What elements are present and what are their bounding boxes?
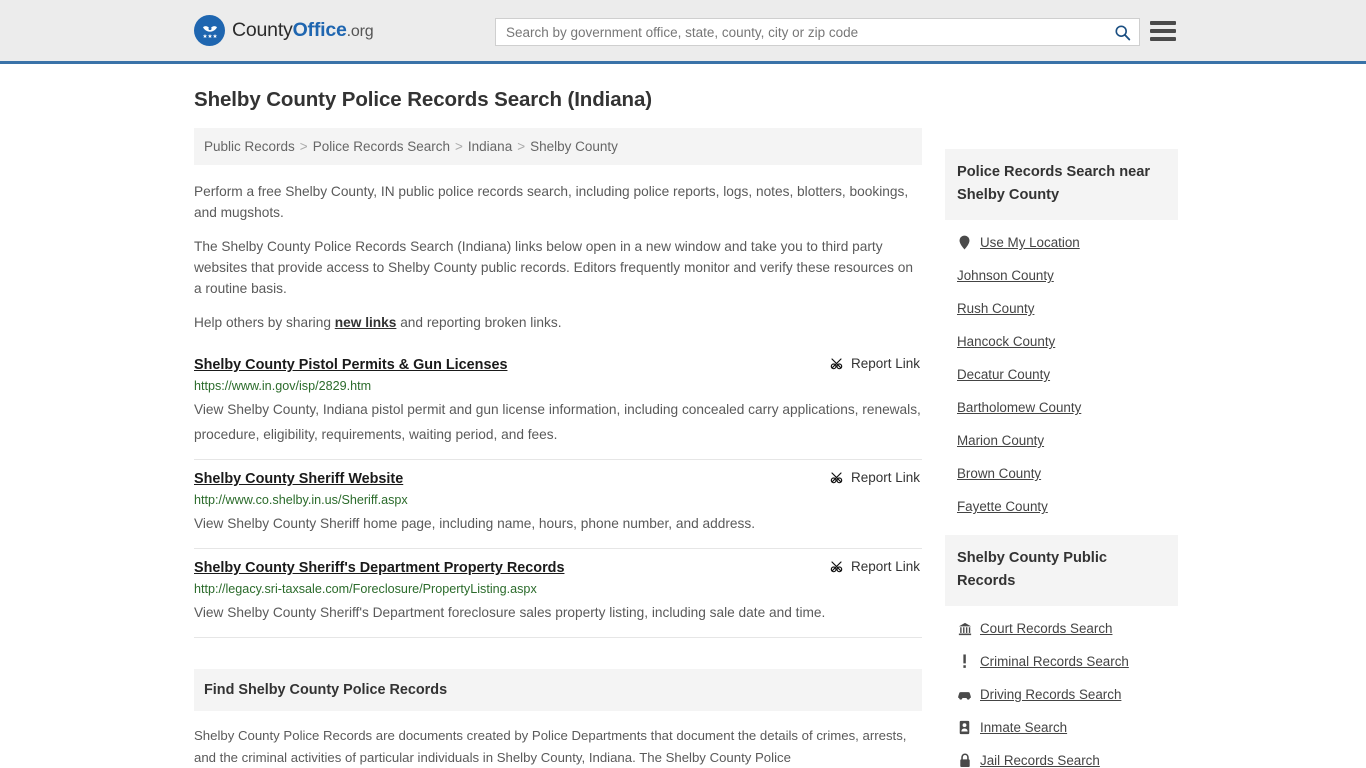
sidebar-link-label[interactable]: Rush County	[957, 301, 1034, 316]
result-url: https://www.in.gov/isp/2829.htm	[194, 379, 372, 393]
sidebar-link-label[interactable]: Criminal Records Search	[980, 654, 1129, 669]
result-header: Shelby County Pistol Permits & Gun Licen…	[194, 355, 922, 375]
result-header: Shelby County Sheriff's Department Prope…	[194, 558, 922, 578]
report-link-label: Report Link	[850, 470, 920, 485]
sidebar-item-inmate-search[interactable]: Inmate Search	[957, 711, 1178, 744]
result-description: View Shelby County, Indiana pistol permi…	[194, 402, 921, 442]
id-card-icon	[957, 720, 972, 735]
sidebar-item-fayette-county[interactable]: Fayette County	[957, 490, 1178, 523]
sidebar-item-hancock-county[interactable]: Hancock County	[957, 325, 1178, 358]
sidebar-item-johnson-county[interactable]: Johnson County	[957, 259, 1178, 292]
breadcrumb: Public Records > Police Records Search > Ind…	[194, 128, 922, 165]
broken-link-icon	[830, 561, 843, 573]
breadcrumb-item-indiana[interactable]: Indiana	[468, 139, 512, 154]
sidebar-item-decatur-county[interactable]: Decatur County	[957, 358, 1178, 391]
intro-paragraph-3: Help others by sharing new links and rep…	[194, 312, 922, 333]
sidebar-link-label[interactable]: Driving Records Search	[980, 687, 1121, 702]
search-input[interactable]	[496, 19, 1105, 45]
result-url: http://www.co.shelby.in.us/Sheriff.aspx	[194, 493, 408, 507]
breadcrumb-item-shelby-county: Shelby County	[530, 139, 618, 154]
breadcrumb-item-police-records-search[interactable]: Police Records Search	[313, 139, 450, 154]
logo-text-county: County	[232, 19, 293, 41]
sidebar-item-driving-records-search[interactable]: Driving Records Search	[957, 678, 1178, 711]
intro-paragraph-2: The Shelby County Police Records Search …	[194, 239, 913, 296]
logo-text: CountyOffice.org	[232, 19, 374, 42]
intro-paragraph-1: Perform a free Shelby County, IN public …	[194, 184, 909, 220]
result-item: Shelby County Pistol Permits & Gun Licen…	[194, 346, 922, 460]
result-item: Shelby County Sheriff Website Report Lin…	[194, 460, 922, 549]
report-link-button[interactable]: Report Link	[829, 355, 920, 371]
nearby-section-heading: Police Records Search near Shelby County	[945, 149, 1178, 220]
sidebar-link-label[interactable]: Use My Location	[980, 235, 1080, 250]
report-link-label: Report Link	[850, 356, 920, 371]
page-container: Shelby County Police Records Search (Ind…	[0, 88, 1366, 768]
nearby-section-list: Use My Location Johnson County Rush Coun…	[945, 220, 1178, 523]
hamburger-menu-icon	[1150, 21, 1176, 25]
broken-link-icon	[830, 472, 843, 484]
sidebar-link-label[interactable]: Inmate Search	[980, 720, 1067, 735]
sidebar-link-label[interactable]: Jail Records Search	[980, 753, 1100, 768]
public-records-section-list: Court Records Search Criminal Records Se…	[945, 606, 1178, 768]
new-links-link[interactable]: new links	[335, 315, 397, 330]
sidebar-item-jail-records-search[interactable]: Jail Records Search	[957, 744, 1178, 768]
result-item: Shelby County Sheriff's Department Prope…	[194, 549, 922, 638]
sidebar-link-label[interactable]: Court Records Search	[980, 621, 1112, 636]
breadcrumb-separator: >	[455, 139, 463, 154]
logo-text-office: Office	[292, 19, 347, 41]
lock-icon	[957, 753, 972, 768]
courthouse-icon	[957, 622, 972, 636]
site-logo[interactable]: CountyOffice.org	[194, 15, 374, 46]
result-header: Shelby County Sheriff Website Report Lin…	[194, 469, 922, 489]
breadcrumb-separator: >	[517, 139, 526, 154]
sidebar-link-label[interactable]: Johnson County	[957, 268, 1054, 283]
main-column: Public Records > Police Records Search > Ind…	[194, 128, 922, 768]
page-title: Shelby County Police Records Search (Ind…	[194, 88, 653, 111]
sidebar-item-use-my-location[interactable]: Use My Location	[957, 226, 1178, 259]
sidebar-item-court-records-search[interactable]: Court Records Search	[957, 612, 1178, 645]
hamburger-menu-button[interactable]	[1150, 18, 1176, 44]
find-section-heading: Find Shelby County Police Records	[194, 669, 922, 711]
result-url: http://legacy.sri-taxsale.com/Foreclosur…	[194, 582, 537, 596]
public-records-section-heading: Shelby County Public Records	[945, 535, 1178, 606]
report-link-button[interactable]: Report Link	[829, 558, 920, 574]
sidebar-link-label[interactable]: Brown County	[957, 466, 1041, 481]
sidebar-item-brown-county[interactable]: Brown County	[957, 457, 1178, 490]
intro-p3-before: Help others by sharing	[194, 315, 335, 330]
eagle-badge-icon	[194, 15, 225, 46]
content-row: Public Records > Police Records Search > Ind…	[194, 128, 1178, 768]
report-link-button[interactable]: Report Link	[829, 469, 920, 485]
sidebar: Police Records Search near Shelby County…	[945, 128, 1178, 768]
breadcrumb-separator: >	[299, 139, 308, 154]
car-icon	[957, 689, 972, 701]
search-button[interactable]	[1105, 19, 1139, 45]
report-link-label: Report Link	[850, 559, 920, 574]
sidebar-link-label[interactable]: Fayette County	[957, 499, 1048, 514]
sidebar-link-label[interactable]: Bartholomew County	[957, 400, 1081, 415]
sidebar-item-bartholomew-county[interactable]: Bartholomew County	[957, 391, 1178, 424]
search-bar	[495, 18, 1140, 46]
result-title-link[interactable]: Shelby County Pistol Permits & Gun Licen…	[194, 355, 507, 375]
find-section-body: Shelby County Police Records are documen…	[194, 728, 907, 765]
sidebar-link-label[interactable]: Decatur County	[957, 367, 1050, 382]
result-title-link[interactable]: Shelby County Sheriff Website	[194, 469, 403, 489]
result-title-link[interactable]: Shelby County Sheriff's Department Prope…	[194, 558, 564, 578]
result-description: View Shelby County Sheriff's Department …	[194, 605, 826, 620]
sidebar-link-label[interactable]: Marion County	[957, 433, 1044, 448]
broken-link-icon	[830, 358, 843, 370]
breadcrumb-item-public-records[interactable]: Public Records	[204, 139, 295, 154]
sidebar-link-label[interactable]: Hancock County	[957, 334, 1055, 349]
result-description: View Shelby County Sheriff home page, in…	[194, 516, 756, 531]
search-icon	[1114, 24, 1130, 40]
sidebar-item-rush-county[interactable]: Rush County	[957, 292, 1178, 325]
intro-p3-after: and reporting broken links.	[396, 315, 562, 330]
logo-text-org: .org	[346, 23, 374, 40]
exclamation-icon	[957, 654, 972, 669]
sidebar-item-criminal-records-search[interactable]: Criminal Records Search	[957, 645, 1178, 678]
map-pin-icon	[957, 235, 972, 250]
sidebar-item-marion-county[interactable]: Marion County	[957, 424, 1178, 457]
site-header: CountyOffice.org	[0, 0, 1366, 64]
